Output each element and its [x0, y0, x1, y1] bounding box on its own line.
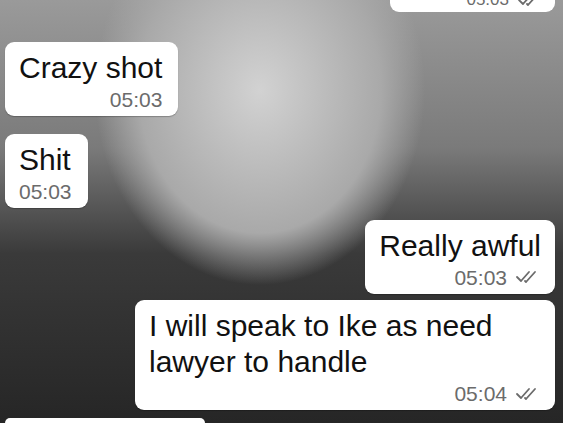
read-ticks-icon: [515, 386, 541, 402]
message-bubble: I will speak to Ike as need lawyer to ha…: [135, 300, 555, 410]
message-bubble: Shit05:03: [5, 134, 88, 208]
message-meta: 05:03: [19, 179, 72, 204]
message-bubble: Really awful05:03: [365, 220, 555, 294]
message-meta: 05:03: [19, 87, 162, 112]
message-time: 05:03: [19, 179, 72, 204]
message-meta: 05:03: [379, 265, 541, 290]
message-time: 05:03: [466, 0, 509, 10]
message-bubble: Crazy shot05:03: [5, 42, 178, 116]
read-ticks-icon: [515, 269, 541, 285]
message-meta: 05:04: [149, 381, 541, 406]
message-text: Shit: [19, 142, 72, 179]
message-text: I will speak to Ike as need lawyer to ha…: [149, 308, 541, 381]
message-time: 05:04: [454, 381, 507, 406]
message-text: Really awful: [379, 228, 541, 265]
chat-area: 05:03Crazy shot05:03Shit05:03Really awfu…: [0, 0, 563, 423]
message-time: 05:03: [110, 87, 163, 112]
message-meta: 05:03: [402, 0, 543, 10]
message-bubble: 05:03: [390, 0, 555, 12]
message-text: Crazy shot: [19, 50, 162, 87]
read-ticks-icon: [517, 0, 543, 8]
message-time: 05:03: [454, 265, 507, 290]
message-bubble: [5, 418, 205, 423]
